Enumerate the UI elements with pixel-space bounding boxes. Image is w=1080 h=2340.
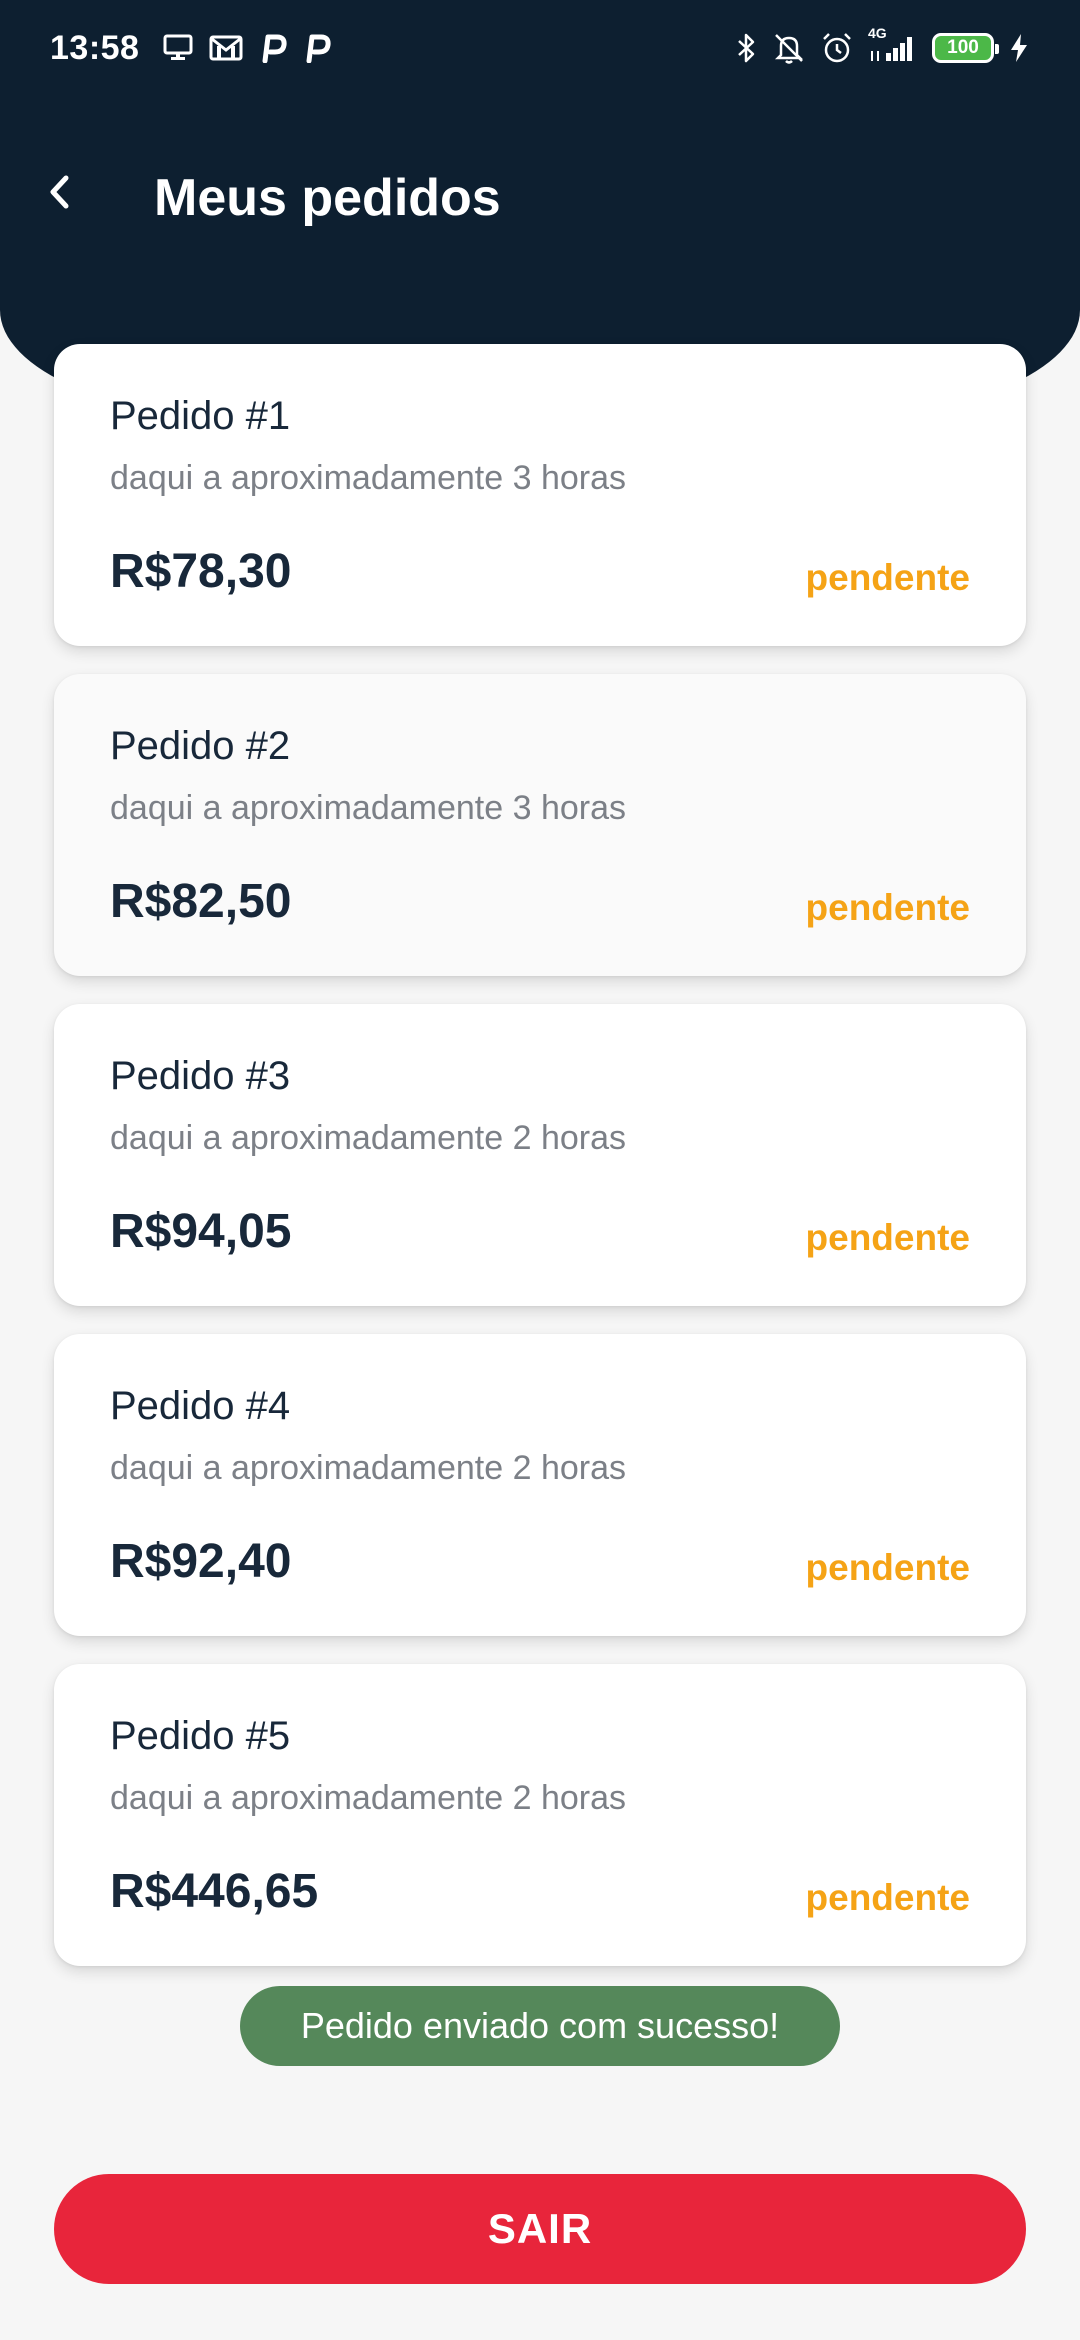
order-time: daqui a aproximadamente 2 horas (110, 1779, 626, 1817)
battery-indicator: 100 (932, 33, 999, 63)
order-title: Pedido #4 (110, 1384, 291, 1428)
order-title: Pedido #2 (110, 724, 291, 768)
alarm-icon (820, 31, 854, 65)
order-card[interactable]: Pedido #1 daqui a aproximadamente 3 hora… (54, 344, 1026, 646)
monitor-icon (163, 34, 193, 62)
charging-icon (1008, 32, 1030, 64)
success-toast: Pedido enviado com sucesso! (240, 1986, 840, 2066)
order-title: Pedido #5 (110, 1714, 291, 1758)
bluetooth-icon (736, 31, 758, 65)
order-price: R$94,05 (110, 1205, 292, 1258)
chevron-left-icon (50, 175, 69, 209)
order-price: R$446,65 (110, 1865, 319, 1918)
order-list: Pedido #1 daqui a aproximadamente 3 hora… (54, 344, 1026, 1994)
exit-button[interactable]: SAIR (54, 2174, 1026, 2284)
status-bar: 13:58 4G 100 (0, 0, 1080, 96)
order-price: R$82,50 (110, 875, 292, 928)
order-status-badge: pendente (805, 1217, 970, 1258)
gmail-icon (209, 34, 243, 62)
status-bar-left: 13:58 (50, 29, 347, 68)
page-title: Meus pedidos (154, 169, 501, 227)
order-card[interactable]: Pedido #3 daqui a aproximadamente 2 hora… (54, 1004, 1026, 1306)
order-title: Pedido #3 (110, 1054, 291, 1098)
order-card[interactable]: Pedido #5 daqui a aproximadamente 2 hora… (54, 1664, 1026, 1966)
order-time: daqui a aproximadamente 2 horas (110, 1119, 626, 1157)
muted-bell-icon (772, 31, 806, 65)
order-card[interactable]: Pedido #2 daqui a aproximadamente 3 hora… (54, 674, 1026, 976)
signal-4g-icon: 4G (868, 25, 918, 63)
p-app-icon (303, 33, 332, 63)
status-time: 13:58 (50, 28, 140, 67)
order-price: R$92,40 (110, 1535, 292, 1588)
order-status-badge: pendente (805, 557, 970, 598)
order-price: R$78,30 (110, 545, 292, 598)
order-time: daqui a aproximadamente 3 horas (110, 789, 626, 827)
order-time: daqui a aproximadamente 3 horas (110, 459, 626, 497)
back-button[interactable] (28, 160, 92, 224)
p-app-icon (259, 33, 288, 63)
order-status-badge: pendente (805, 887, 970, 928)
order-status-badge: pendente (805, 1877, 970, 1918)
order-time: daqui a aproximadamente 2 horas (110, 1449, 626, 1487)
order-card[interactable]: Pedido #4 daqui a aproximadamente 2 hora… (54, 1334, 1026, 1636)
order-status-badge: pendente (805, 1547, 970, 1588)
network-label: 4G (868, 25, 887, 41)
status-bar-right: 4G 100 (722, 25, 1030, 65)
screen: 13:58 4G 100 Meus pedidos Pedido #1 daqu… (0, 0, 1080, 2340)
order-title: Pedido #1 (110, 394, 291, 438)
